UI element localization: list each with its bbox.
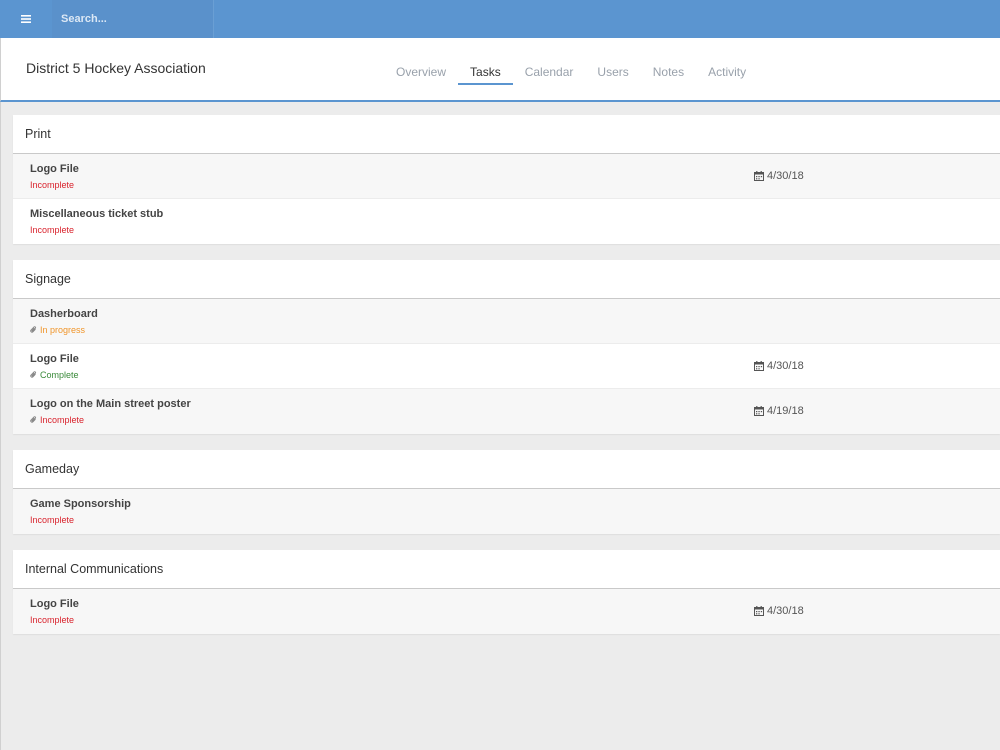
task-due-date-label: 4/30/18	[767, 605, 804, 617]
task-status: Incomplete	[30, 180, 74, 190]
tab-notes[interactable]: Notes	[641, 38, 696, 84]
tab-overview[interactable]: Overview	[384, 38, 458, 84]
paperclip-icon	[30, 371, 37, 379]
task-status: Incomplete	[30, 615, 74, 625]
top-bar	[0, 0, 1000, 38]
task-status-label: Complete	[40, 370, 79, 380]
task-due-date-label: 4/30/18	[767, 360, 804, 372]
task-row[interactable]: Dasherboard In progress	[13, 299, 1000, 344]
task-list: Print Logo File Incomplete 4/30/18 Miscellan…	[13, 115, 1000, 650]
search-box	[52, 0, 214, 38]
search-input[interactable]	[52, 13, 213, 25]
task-row[interactable]: Logo on the Main street poster Incomplete…	[13, 389, 1000, 434]
paperclip-icon	[30, 326, 37, 334]
task-row[interactable]: Miscellaneous ticket stub Incomplete	[13, 199, 1000, 244]
task-title: Logo File	[30, 353, 79, 365]
section-gameday: Gameday Game Sponsorship Incomplete	[13, 450, 1000, 534]
task-status: Incomplete	[30, 415, 84, 425]
task-due-date-label: 4/19/18	[767, 405, 804, 417]
task-title: Logo on the Main street poster	[30, 398, 191, 410]
tab-activity[interactable]: Activity	[696, 38, 758, 84]
organization-name: District 5 Hockey Association	[26, 60, 206, 76]
section-signage: Signage Dasherboard In progress Logo File Co…	[13, 260, 1000, 434]
task-title: Dasherboard	[30, 308, 98, 320]
task-status-label: Incomplete	[30, 615, 75, 625]
paperclip-icon	[30, 416, 37, 424]
tab-users[interactable]: Users	[585, 38, 640, 84]
calendar-icon	[754, 606, 764, 616]
task-title: Logo File	[30, 163, 79, 175]
task-row[interactable]: Game Sponsorship Incomplete	[13, 489, 1000, 534]
task-status-label: Incomplete	[30, 180, 75, 190]
calendar-icon	[754, 406, 764, 416]
hamburger-menu-button[interactable]	[0, 0, 52, 38]
task-due-date-label: 4/30/18	[767, 170, 804, 182]
page-header: District 5 Hockey Association Overview Ta…	[0, 38, 1000, 102]
task-status-label: In progress	[40, 325, 86, 335]
task-status-label: Incomplete	[30, 225, 75, 235]
task-due-date: 4/30/18	[754, 170, 804, 182]
task-status: Incomplete	[30, 515, 74, 525]
task-status: In progress	[30, 325, 85, 335]
tab-calendar[interactable]: Calendar	[513, 38, 586, 84]
task-status-label: Incomplete	[30, 515, 75, 525]
calendar-icon	[754, 171, 764, 181]
hamburger-menu-icon	[21, 15, 31, 23]
task-title: Logo File	[30, 598, 79, 610]
task-row[interactable]: Logo File Incomplete 4/30/18	[13, 154, 1000, 199]
task-due-date: 4/30/18	[754, 360, 804, 372]
section-internal-communications: Internal Communications Logo File Incomple…	[13, 550, 1000, 634]
tab-bar: Overview Tasks Calendar Users Notes Activity	[384, 38, 758, 100]
task-due-date: 4/30/18	[754, 605, 804, 617]
task-row[interactable]: Logo File Incomplete 4/30/18	[13, 589, 1000, 634]
task-status-label: Incomplete	[40, 415, 85, 425]
task-due-date: 4/19/18	[754, 405, 804, 417]
section-title: Print	[13, 115, 1000, 154]
task-row[interactable]: Logo File Complete 4/30/18	[13, 344, 1000, 389]
task-status: Complete	[30, 370, 79, 380]
task-title: Game Sponsorship	[30, 498, 131, 510]
calendar-icon	[754, 361, 764, 371]
section-print: Print Logo File Incomplete 4/30/18 Miscellan…	[13, 115, 1000, 244]
task-title: Miscellaneous ticket stub	[30, 208, 164, 220]
left-border	[0, 102, 1, 750]
section-title: Internal Communications	[13, 550, 1000, 589]
tab-tasks[interactable]: Tasks	[458, 38, 513, 85]
section-title: Signage	[13, 260, 1000, 299]
task-status: Incomplete	[30, 225, 74, 235]
section-title: Gameday	[13, 450, 1000, 489]
